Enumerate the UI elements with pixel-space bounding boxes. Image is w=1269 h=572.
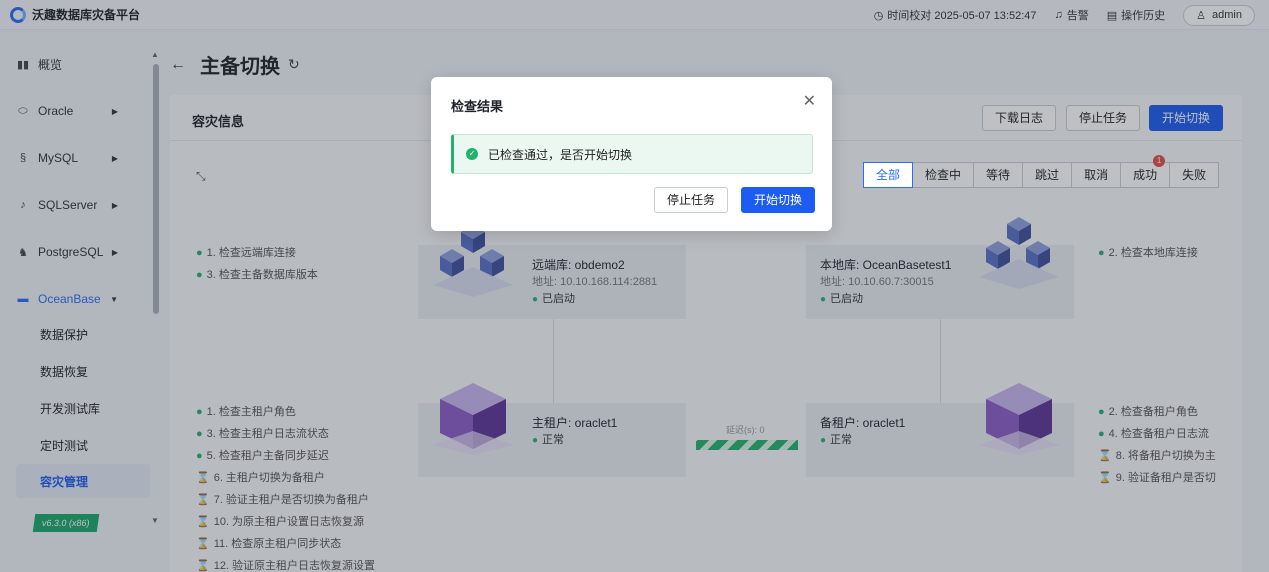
modal-start-switch-button[interactable]: 开始切换	[741, 187, 816, 213]
filter-all[interactable]: 全部	[863, 162, 914, 188]
check-circle-icon: ✓	[466, 148, 478, 160]
success-alert: ✓ 已检查通过，是否开始切换	[451, 134, 813, 174]
alert-message: 已检查通过，是否开始切换	[488, 147, 633, 162]
modal-stop-task-button[interactable]: 停止任务	[654, 187, 729, 213]
close-icon[interactable]: ✕	[803, 91, 816, 111]
check-result-modal: 检查结果 ✕ ✓ 已检查通过，是否开始切换 停止任务 开始切换	[431, 77, 832, 231]
modal-title: 检查结果	[451, 99, 504, 114]
